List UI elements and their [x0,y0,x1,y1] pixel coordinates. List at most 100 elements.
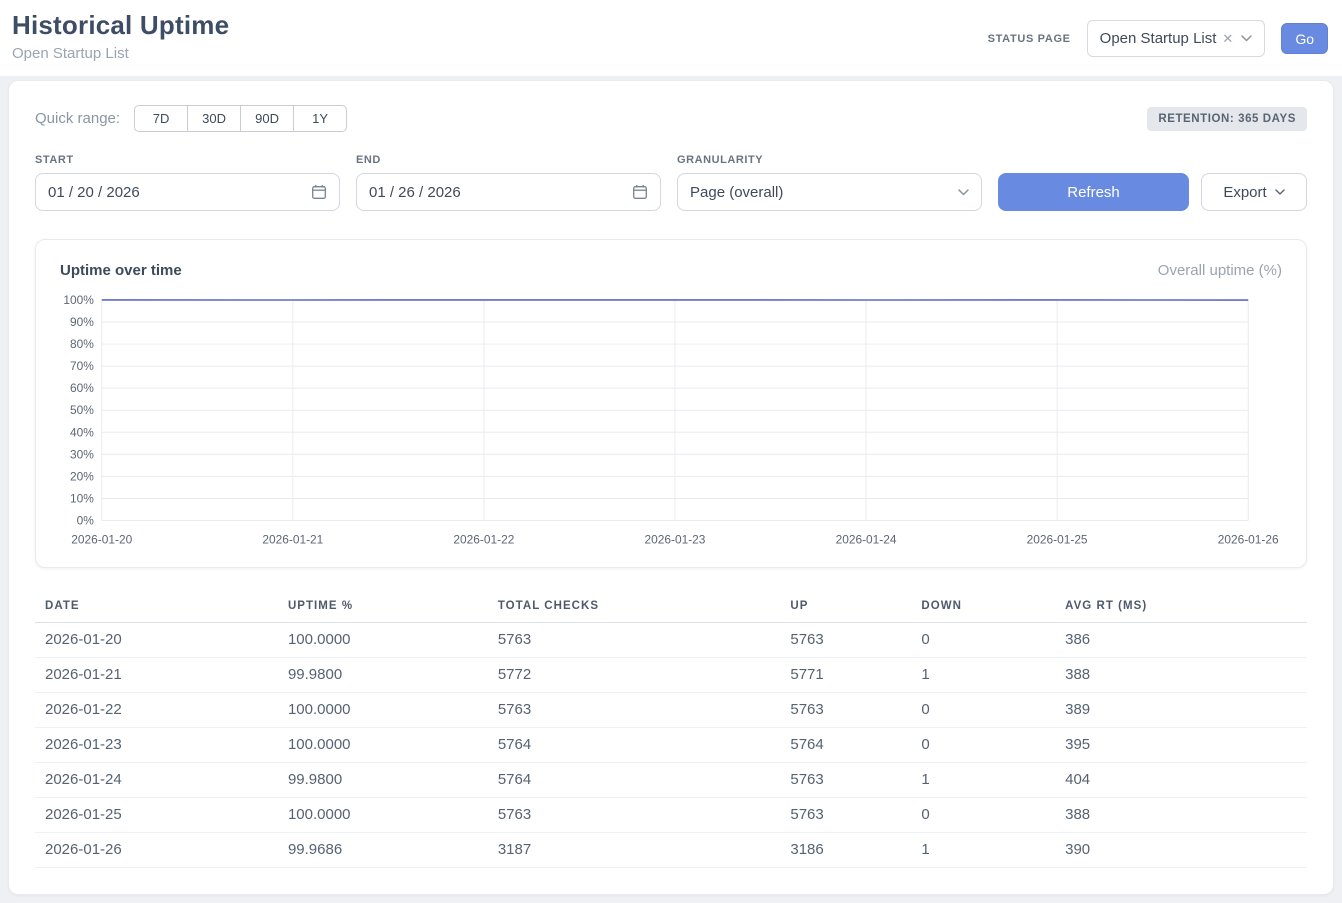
table-cell: 0 [911,693,1055,728]
header-titles: Historical Uptime Open Startup List [12,10,229,62]
page-subtitle: Open Startup List [12,45,229,62]
header-right: STATUS PAGE Open Startup List ✕ Go [988,20,1328,57]
table-row: 2026-01-2499.9800576457631404 [35,763,1307,798]
table-cell: 100.0000 [278,798,488,833]
chart-title: Uptime over time [60,262,182,279]
svg-text:2026-01-26: 2026-01-26 [1218,532,1279,546]
svg-text:70%: 70% [70,359,94,373]
retention-badge: RETENTION: 365 DAYS [1147,107,1307,131]
quick-range-button-30d[interactable]: 30D [187,105,241,132]
start-label: START [35,154,340,166]
granularity-selected-value: Page (overall) [690,184,783,201]
chart-header: Uptime over time Overall uptime (%) [60,262,1282,279]
clear-icon[interactable]: ✕ [1222,31,1233,47]
svg-text:80%: 80% [70,337,94,351]
table-cell: 390 [1055,833,1307,868]
table-cell: 0 [911,798,1055,833]
table-cell: 99.9800 [278,763,488,798]
table-cell: 3187 [488,833,781,868]
chevron-down-icon [958,189,969,196]
table-cell: 5764 [488,728,781,763]
chevron-down-icon [1241,35,1252,42]
table-cell: 389 [1055,693,1307,728]
table-cell: 5763 [488,623,781,658]
table-cell: 100.0000 [278,623,488,658]
table-cell: 5763 [780,693,911,728]
table-cell: 100.0000 [278,693,488,728]
svg-text:30%: 30% [70,447,94,461]
uptime-chart: 0%10%20%30%40%50%60%70%80%90%100%2026-01… [60,293,1282,551]
table-cell: 0 [911,728,1055,763]
granularity-field: GRANULARITY Page (overall) [677,154,982,211]
chart-card: Uptime over time Overall uptime (%) 0% 10… [35,239,1307,568]
start-date-input[interactable]: 01 / 20 / 2026 [35,173,340,211]
calendar-icon[interactable] [311,184,327,200]
end-label: END [356,154,661,166]
svg-text:40%: 40% [70,425,94,439]
refresh-button[interactable]: Refresh [998,173,1189,211]
table-row: 2026-01-25100.0000576357630388 [35,798,1307,833]
table-cell: 2026-01-22 [35,693,278,728]
table-row: 2026-01-23100.0000576457640395 [35,728,1307,763]
quick-range-row: Quick range: 7D30D90D1Y RETENTION: 365 D… [35,105,1307,132]
column-header: AVG RT (MS) [1055,594,1307,623]
table-cell: 2026-01-24 [35,763,278,798]
table-cell: 2026-01-25 [35,798,278,833]
filter-form-row: START 01 / 20 / 2026 END 01 / 26 / 2026 … [35,154,1307,211]
table-cell: 1 [911,658,1055,693]
table-cell: 5771 [780,658,911,693]
column-header: TOTAL CHECKS [488,594,781,623]
column-header: UP [780,594,911,623]
export-button[interactable]: Export [1201,173,1307,211]
table-cell: 3186 [780,833,911,868]
table-cell: 5763 [780,623,911,658]
table-cell: 388 [1055,798,1307,833]
svg-text:100%: 100% [63,293,94,307]
table-cell: 2026-01-23 [35,728,278,763]
table-cell: 395 [1055,728,1307,763]
svg-text:2026-01-23: 2026-01-23 [645,532,706,546]
svg-text:2026-01-21: 2026-01-21 [262,532,323,546]
table-row: 2026-01-20100.0000576357630386 [35,623,1307,658]
top-header: Historical Uptime Open Startup List STAT… [0,0,1342,76]
table-row: 2026-01-2199.9800577257711388 [35,658,1307,693]
table-cell: 5764 [780,728,911,763]
table-cell: 2026-01-20 [35,623,278,658]
table-cell: 100.0000 [278,728,488,763]
table-cell: 99.9800 [278,658,488,693]
page-title: Historical Uptime [12,10,229,41]
quick-range-button-7d[interactable]: 7D [134,105,188,132]
column-header: DOWN [911,594,1055,623]
table-cell: 5763 [488,798,781,833]
table-cell: 5772 [488,658,781,693]
svg-text:2026-01-25: 2026-01-25 [1027,532,1088,546]
quick-range-button-1y[interactable]: 1Y [293,105,347,132]
svg-text:2026-01-22: 2026-01-22 [453,532,514,546]
svg-text:20%: 20% [70,469,94,483]
table-cell: 2026-01-21 [35,658,278,693]
quick-range-group: 7D30D90D1Y [134,105,347,132]
table-cell: 1 [911,833,1055,868]
granularity-select[interactable]: Page (overall) [677,173,982,211]
chevron-down-icon [1275,189,1285,195]
start-date-value: 01 / 20 / 2026 [48,184,140,201]
svg-text:60%: 60% [70,381,94,395]
end-date-input[interactable]: 01 / 26 / 2026 [356,173,661,211]
svg-text:0%: 0% [77,513,95,527]
uptime-table-body: 2026-01-20100.00005763576303862026-01-21… [35,623,1307,868]
table-cell: 99.9686 [278,833,488,868]
calendar-icon[interactable] [632,184,648,200]
table-cell: 404 [1055,763,1307,798]
quick-range-button-90d[interactable]: 90D [240,105,294,132]
granularity-label: GRANULARITY [677,154,982,166]
chart-legend: Overall uptime (%) [1158,262,1282,279]
status-page-select[interactable]: Open Startup List ✕ [1087,20,1266,57]
quick-range-left: Quick range: 7D30D90D1Y [35,105,347,132]
start-field: START 01 / 20 / 2026 [35,154,340,211]
uptime-table-head-row: DATEUPTIME %TOTAL CHECKSUPDOWNAVG RT (MS… [35,594,1307,623]
table-cell: 386 [1055,623,1307,658]
end-field: END 01 / 26 / 2026 [356,154,661,211]
status-page-label: STATUS PAGE [988,33,1071,45]
column-header: DATE [35,594,278,623]
go-button[interactable]: Go [1281,23,1328,54]
